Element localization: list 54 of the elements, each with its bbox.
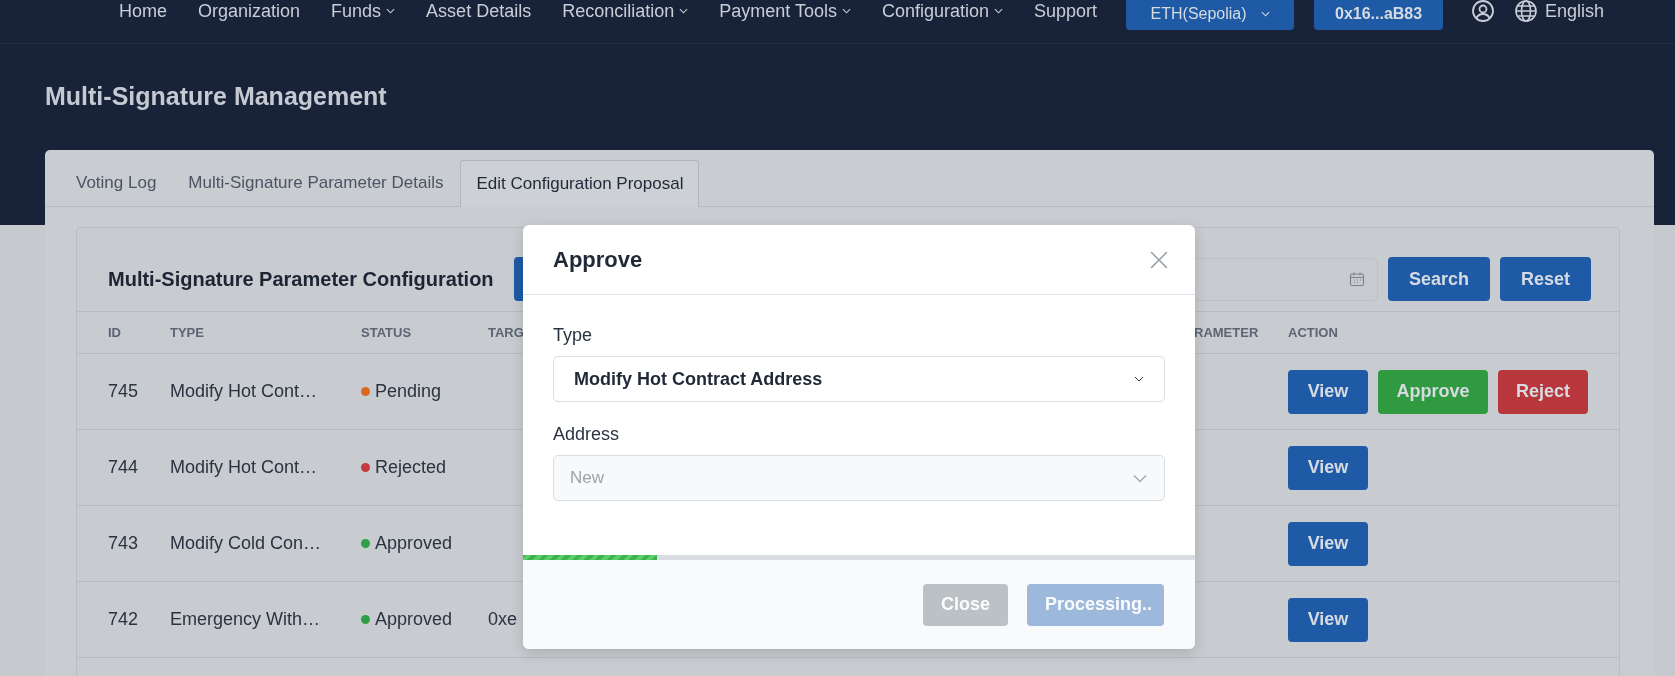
calendar-icon xyxy=(1348,271,1365,287)
column-header: TYPE xyxy=(170,325,204,340)
nav-link[interactable]: Organization xyxy=(198,0,301,22)
caret-icon xyxy=(1134,376,1144,382)
nav-link[interactable]: Configuration xyxy=(881,0,1004,22)
nav-link[interactable]: Reconciliation xyxy=(562,0,689,22)
field-label: Address xyxy=(553,424,621,445)
nav-link[interactable]: Funds xyxy=(331,0,396,22)
panel-title: Multi-Signature Parameter Configuration xyxy=(108,267,494,291)
table-cell: Modify Hot Cont… xyxy=(170,381,318,402)
table-cell: Modify Hot Cont… xyxy=(170,457,318,478)
field-label: Type xyxy=(553,325,594,346)
select-field[interactable]: Modify Hot Contract Address xyxy=(553,356,1165,402)
tab[interactable]: Edit Configuration Proposal xyxy=(460,160,700,207)
dialog-title: Approve xyxy=(553,246,643,273)
column-header: RAMETER xyxy=(1194,325,1259,340)
globe-icon xyxy=(1514,0,1539,23)
nav-link[interactable]: Support xyxy=(1034,0,1098,22)
tab[interactable]: Voting Log xyxy=(76,160,174,206)
network-select[interactable]: ETH(Sepolia) xyxy=(1126,0,1295,30)
table-cell: 743 xyxy=(108,533,139,554)
reject-button[interactable]: Reject xyxy=(1498,369,1588,414)
nav-link[interactable]: Asset Details xyxy=(426,0,532,22)
column-header: ID xyxy=(108,325,121,340)
column-header: STATUS xyxy=(361,325,412,340)
caret-icon xyxy=(1132,473,1148,483)
table-cell: 745 xyxy=(108,381,139,402)
language-select[interactable]: English xyxy=(1545,0,1605,22)
view-button[interactable]: View xyxy=(1288,369,1368,414)
reset-button[interactable]: Reset xyxy=(1499,257,1591,301)
view-button[interactable]: View xyxy=(1288,445,1368,490)
search-button[interactable]: Search xyxy=(1387,257,1490,301)
user-icon[interactable] xyxy=(1471,0,1496,23)
approve-button[interactable]: Approve xyxy=(1378,369,1488,414)
page-title: Multi-Signature Management xyxy=(44,81,388,111)
column-header: ACTION xyxy=(1288,325,1338,340)
tab[interactable]: Multi-Signature Parameter Details xyxy=(188,160,461,206)
wallet-button[interactable]: 0x16...aB83 xyxy=(1314,0,1444,30)
table-cell: Modify Cold Con… xyxy=(170,533,322,554)
nav-link[interactable]: Home xyxy=(119,0,167,22)
table-cell: 742 xyxy=(108,609,139,630)
caret-icon xyxy=(1260,11,1270,17)
close-icon[interactable] xyxy=(1150,250,1168,269)
column-header: TARG xyxy=(488,325,524,340)
status-label: Pending xyxy=(375,381,442,402)
status-label: Approved xyxy=(375,609,453,630)
table-cell: Emergency With… xyxy=(170,609,321,630)
status-label: Approved xyxy=(375,533,453,554)
view-button[interactable]: View xyxy=(1288,597,1368,642)
table-cell: 0xe xyxy=(488,609,518,629)
view-button[interactable]: View xyxy=(1288,521,1368,566)
table-cell: 744 xyxy=(108,457,139,478)
nav-link[interactable]: Payment Tools xyxy=(719,0,851,22)
status-label: Rejected xyxy=(375,457,447,478)
